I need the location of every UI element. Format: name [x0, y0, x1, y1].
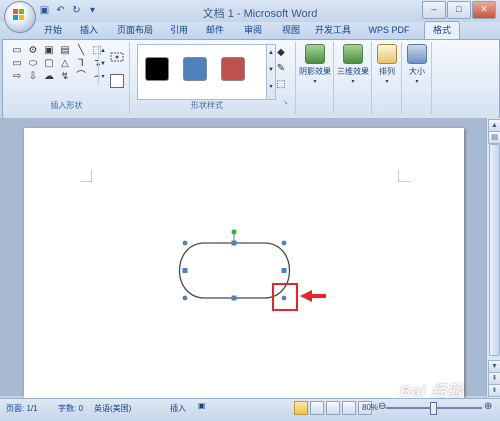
resize-handle[interactable] — [182, 268, 188, 273]
office-button[interactable] — [4, 1, 36, 33]
shape-item[interactable]: ▭ — [10, 58, 24, 70]
expand-gallery-icon[interactable]: ▾ — [99, 71, 107, 84]
tab-home[interactable]: 开始 — [38, 22, 68, 39]
vertical-scrollbar[interactable]: ▲ ▤ ▼ ⇞ ⇟ — [486, 118, 500, 398]
shape-item[interactable]: ╲ — [74, 45, 88, 57]
tab-mailings[interactable]: 邮件 — [200, 22, 230, 39]
dialog-launcher-icon[interactable]: ↘ — [283, 100, 290, 107]
shape-item[interactable]: ↯ — [58, 71, 72, 83]
next-page-icon[interactable]: ⇟ — [488, 384, 500, 397]
outline-color-icon[interactable]: ✎ — [271, 61, 291, 77]
3d-effects-icon — [343, 44, 363, 64]
shape-item[interactable]: ▣ — [42, 45, 56, 57]
tab-view[interactable]: 视图 — [276, 22, 306, 39]
scroll-down-icon[interactable]: ▼ — [99, 58, 107, 71]
shape-item[interactable]: ⅂ — [74, 58, 88, 70]
shape-styles-label: 形状样式 — [191, 101, 223, 110]
view-buttons — [294, 401, 372, 415]
tab-review[interactable]: 审阅 — [238, 22, 268, 39]
quick-access-toolbar: ▣ ↶ ↻ ▾ — [38, 4, 99, 17]
macro-record-icon[interactable]: ▣ — [198, 401, 206, 410]
shape-item[interactable]: ⇩ — [26, 71, 40, 83]
tab-references[interactable]: 引用 — [164, 22, 194, 39]
zoom-in-icon[interactable]: ⊕ — [484, 401, 492, 412]
resize-handle[interactable] — [281, 295, 287, 301]
tab-developer[interactable]: 开发工具 — [310, 22, 356, 39]
shape-item[interactable]: ☁ — [42, 71, 56, 83]
shape-item[interactable]: ⬭ — [26, 58, 40, 70]
size-button[interactable]: 大小 ▾ — [401, 44, 433, 85]
shape-item[interactable]: ⌒ — [74, 71, 88, 83]
full-screen-reading-icon[interactable] — [310, 401, 324, 415]
shapes-gallery[interactable]: ▭ ⚙ ▣ ▤ ╲ ⬚ ▭ ⬭ ▢ △ ⅂ ↴ ⇨ ⇩ ☁ ↯ ⌒ ⌢ — [10, 45, 108, 83]
dropdown-arrow-icon: ▾ — [351, 79, 355, 85]
scroll-up-icon[interactable]: ▲ — [99, 45, 107, 58]
tab-insert[interactable]: 插入 — [74, 22, 104, 39]
redo-icon[interactable]: ↻ — [70, 4, 83, 17]
word-count[interactable]: 字数: 0 — [58, 403, 83, 414]
resize-handle[interactable] — [281, 240, 287, 246]
language-indicator[interactable]: 英语(美国) — [94, 403, 131, 414]
ruler-toggle-icon[interactable]: ▤ — [488, 131, 500, 144]
tab-page-layout[interactable]: 页面布局 — [112, 22, 158, 39]
shape-item[interactable]: ▢ — [42, 58, 56, 70]
rotate-handle[interactable] — [231, 229, 237, 235]
resize-handle[interactable] — [231, 240, 237, 246]
resize-handle[interactable] — [182, 240, 188, 246]
resize-handle[interactable] — [182, 295, 188, 301]
dropdown-arrow-icon: ▾ — [313, 79, 317, 85]
style-swatch-red[interactable] — [221, 57, 245, 81]
format-buttons: ◆ ✎ ⬚ — [271, 45, 291, 93]
margin-corner-mark — [398, 170, 410, 182]
shape-item[interactable]: △ — [58, 58, 72, 70]
zoom-level[interactable]: 80% — [362, 403, 378, 412]
style-swatch-blue[interactable] — [183, 57, 207, 81]
window-title: 文档 1 - Microsoft Word — [202, 8, 318, 20]
web-layout-icon[interactable] — [326, 401, 340, 415]
dropdown-arrow-icon: ▾ — [385, 79, 389, 85]
dropdown-arrow-icon: ▾ — [415, 79, 419, 85]
maximize-button[interactable]: □ — [447, 1, 471, 19]
margin-corner-mark — [80, 170, 92, 182]
arrange-icon — [377, 44, 397, 64]
3d-effects-button[interactable]: 三维效果 ▾ — [337, 44, 369, 85]
draw-textbox-icon[interactable] — [110, 74, 124, 88]
fill-color-icon[interactable]: ◆ — [271, 45, 291, 61]
tab-wps-pdf[interactable]: WPS PDF — [364, 22, 414, 39]
insert-mode-indicator[interactable]: 插入 — [170, 403, 186, 414]
customize-icon[interactable]: ▾ — [86, 4, 99, 17]
resize-handle[interactable] — [231, 295, 237, 301]
shape-item[interactable]: ⇨ — [10, 71, 24, 83]
outline-view-icon[interactable] — [342, 401, 356, 415]
close-button[interactable]: ✕ — [472, 1, 496, 19]
page-count[interactable]: 页面: 1/1 — [6, 403, 38, 414]
arrange-button[interactable]: 排列 ▾ — [371, 44, 403, 85]
print-layout-view-icon[interactable] — [294, 401, 308, 415]
shape-item[interactable]: ▭ — [10, 45, 24, 57]
shadow-effects-button[interactable]: 阴影效果 ▾ — [299, 44, 331, 85]
insert-shapes-label: 插入形状 — [50, 101, 83, 110]
office-logo-icon — [13, 9, 24, 20]
minimize-button[interactable]: – — [422, 1, 446, 19]
scroll-thumb[interactable] — [489, 144, 500, 356]
tab-format[interactable]: 格式 — [424, 21, 460, 39]
save-icon[interactable]: ▣ — [38, 4, 51, 17]
change-shape-icon[interactable]: ⬚ — [271, 77, 291, 93]
resize-handle[interactable] — [281, 268, 287, 273]
edit-shape-icon[interactable] — [110, 50, 124, 64]
window-controls: – □ ✕ — [422, 1, 496, 19]
shape-item[interactable]: ▤ — [58, 45, 72, 57]
selected-shape-canvas[interactable] — [170, 226, 330, 316]
shadow-effects-icon — [305, 44, 325, 64]
size-icon — [407, 44, 427, 64]
style-swatch-black[interactable] — [145, 57, 169, 81]
watermark-logo: Bai 经验 — [400, 383, 464, 400]
shape-item[interactable]: ⚙ — [26, 45, 40, 57]
shapes-gallery-scroll[interactable]: ▲ ▼ ▾ — [98, 45, 107, 85]
highlight-arrow — [300, 290, 326, 302]
undo-icon[interactable]: ↶ — [54, 4, 67, 17]
zoom-slider-thumb[interactable] — [430, 402, 437, 415]
